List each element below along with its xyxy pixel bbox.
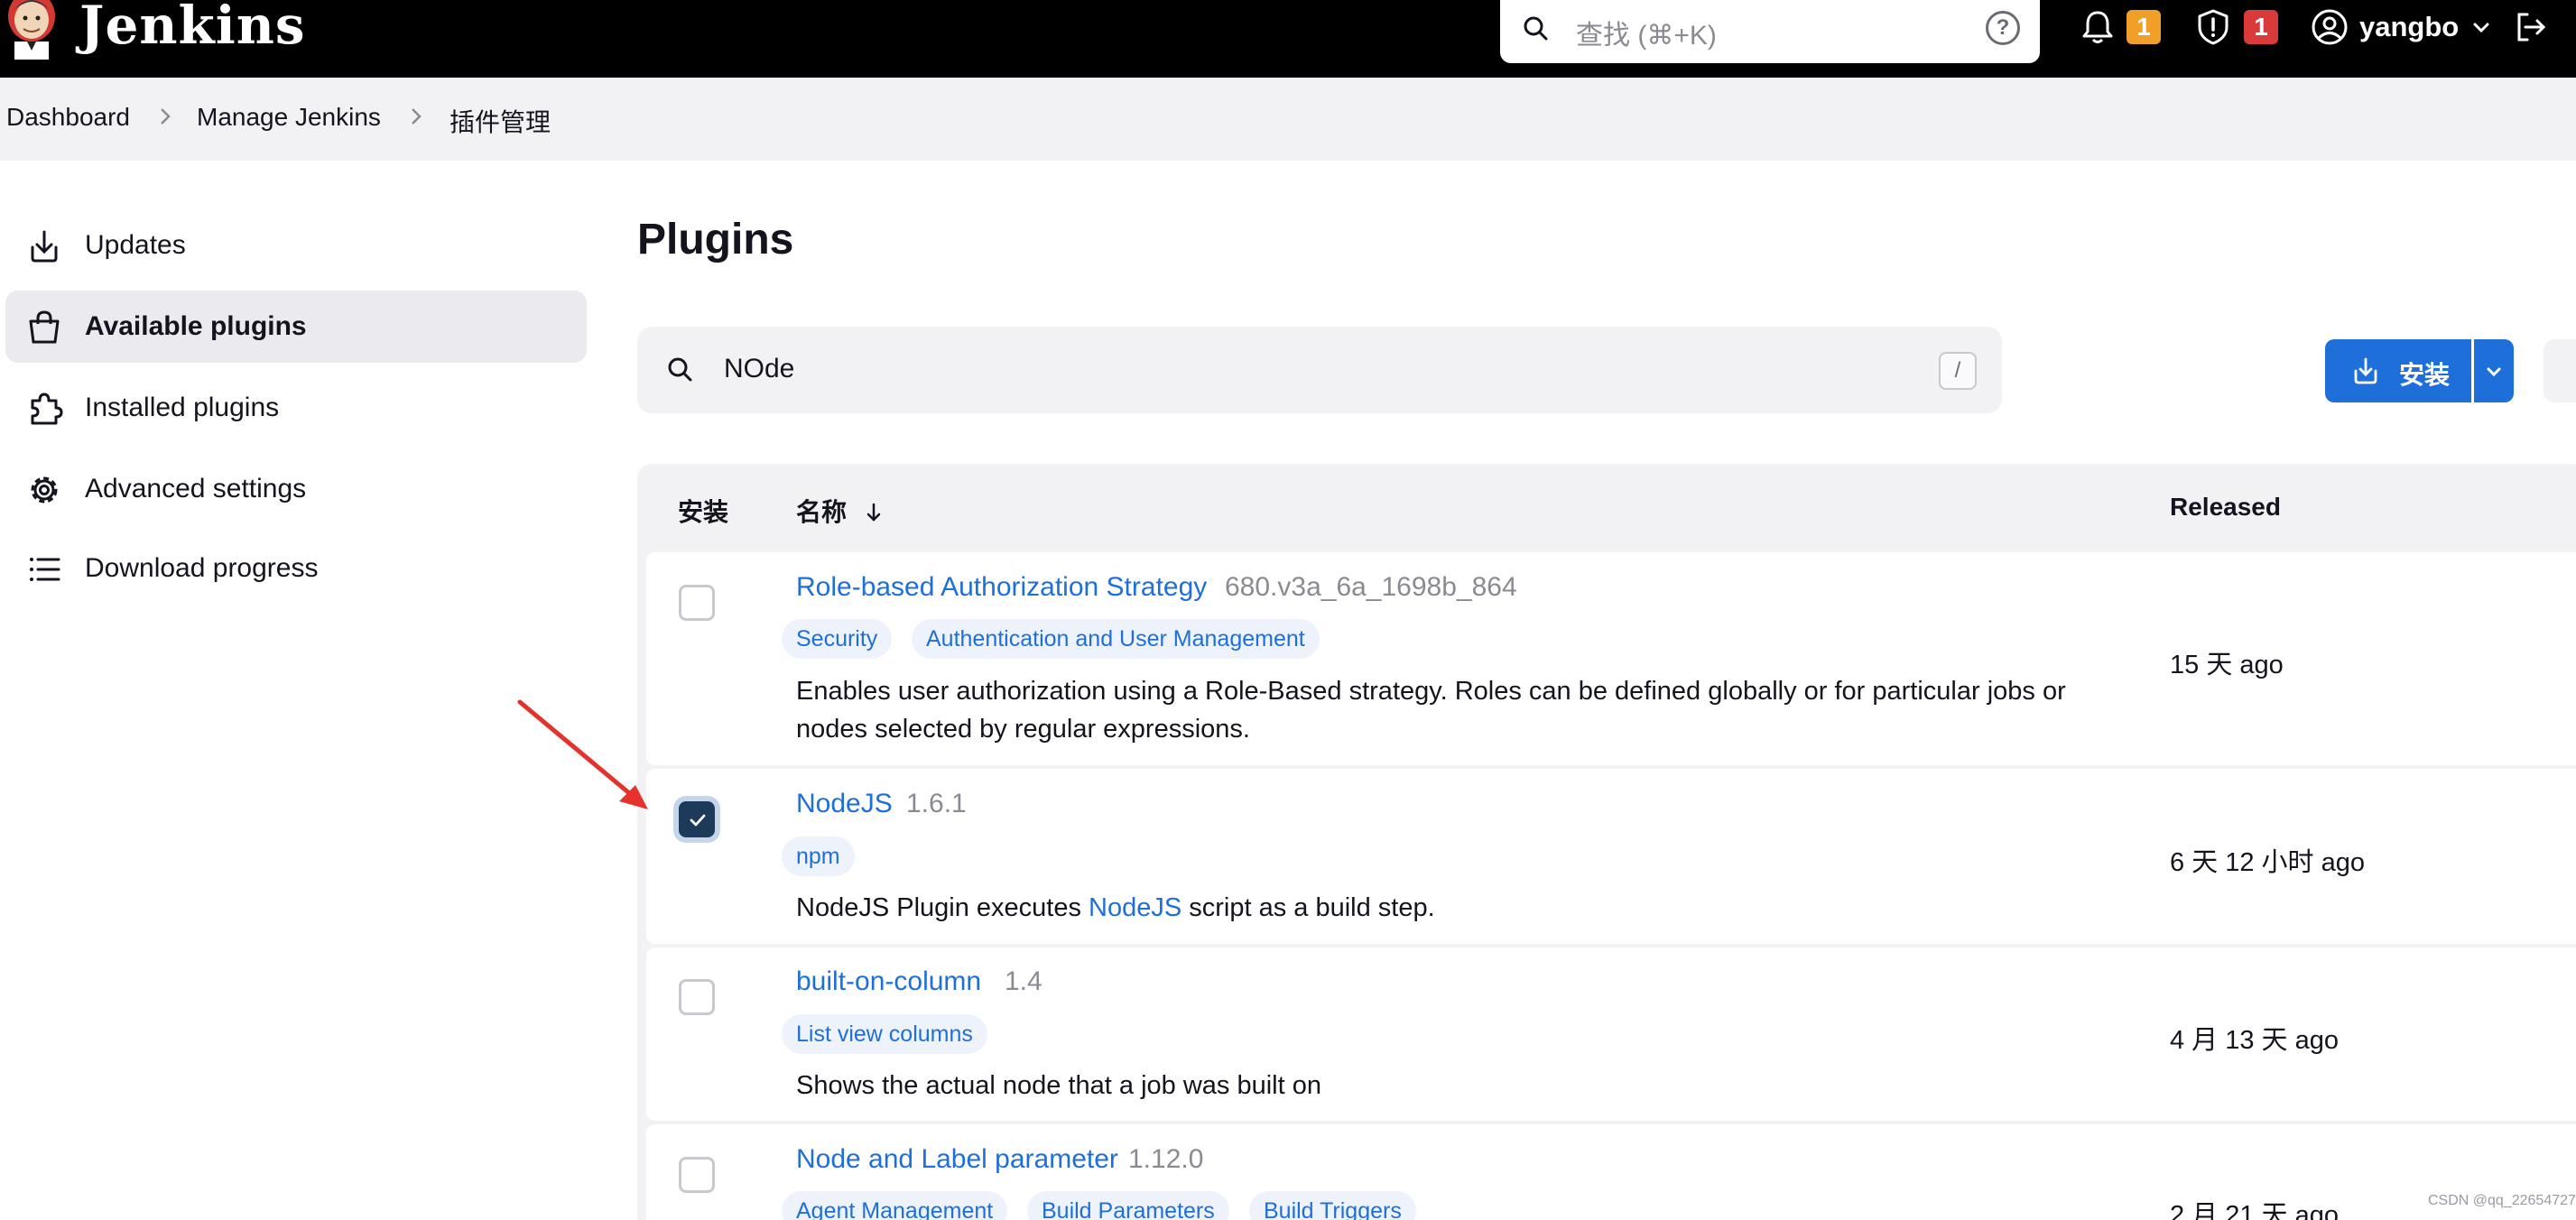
- install-options-dropdown[interactable]: [2474, 339, 2514, 402]
- red-annotation-arrow: [517, 699, 648, 809]
- filter-value: NOde: [724, 354, 795, 384]
- plugin-checkbox[interactable]: [679, 979, 715, 1015]
- top-header: Jenkins 查找 (⌘+K) ? 1 1 yangbo: [0, 0, 2576, 78]
- shield-alert-icon[interactable]: [2193, 7, 2233, 47]
- sidebar-item-updates[interactable]: Updates: [5, 209, 587, 282]
- sidebar-item-advanced-settings[interactable]: Advanced settings: [5, 453, 587, 525]
- shortcut-key-hint: /: [1939, 352, 1977, 390]
- sort-arrow-down-icon: [866, 503, 881, 522]
- global-search[interactable]: 查找 (⌘+K) ?: [1500, 0, 2040, 63]
- plugin-tag[interactable]: Build Triggers: [1249, 1191, 1416, 1220]
- user-avatar-icon: [2312, 9, 2348, 45]
- breadcrumb-dashboard[interactable]: Dashboard: [6, 103, 130, 132]
- sidebar-item-label: Available plugins: [85, 311, 307, 341]
- plugin-tag[interactable]: Security: [782, 619, 893, 659]
- sidebar-item-installed-plugins[interactable]: Installed plugins: [5, 372, 587, 444]
- sidebar-item-label: Updates: [85, 230, 186, 260]
- plugin-filter-input[interactable]: NOde /: [637, 327, 2002, 413]
- column-header-name[interactable]: 名称: [796, 493, 885, 529]
- released-date: 15 天 ago: [2170, 651, 2284, 679]
- list-icon: [30, 558, 60, 581]
- checkmark-icon: [690, 814, 706, 827]
- security-badge[interactable]: 1: [2244, 10, 2278, 44]
- plugin-name-link[interactable]: Node and Label parameter: [796, 1144, 1118, 1175]
- plugin-name-link[interactable]: Role-based Authorization Strategy: [796, 572, 1207, 603]
- plugin-version: 680.v3a_6a_1698b_864: [1225, 572, 1517, 602]
- plugin-version: 1.6.1: [906, 789, 967, 818]
- chevron-down-icon: [2473, 23, 2489, 33]
- plugin-checkbox[interactable]: [679, 1157, 715, 1193]
- bell-icon[interactable]: [2078, 7, 2117, 47]
- breadcrumb-plugin-manager[interactable]: 插件管理: [449, 103, 551, 139]
- chevron-right-icon: [412, 108, 422, 125]
- puzzle-icon: [31, 393, 63, 425]
- notifications-badge[interactable]: 1: [2127, 10, 2161, 44]
- sidebar-item-available-plugins[interactable]: Available plugins: [5, 291, 587, 363]
- app-name: Jenkins: [79, 0, 306, 56]
- logout-icon[interactable]: [2511, 7, 2551, 47]
- install-button-label: 安装: [2399, 361, 2451, 389]
- plugin-tag[interactable]: Agent Management: [782, 1191, 1008, 1220]
- released-date: 6 天 12 小时 ago: [2170, 848, 2365, 877]
- install-button[interactable]: 安装: [2325, 339, 2471, 402]
- search-icon: [1524, 16, 1548, 41]
- plugin-tag[interactable]: npm: [782, 836, 855, 876]
- plugin-name-link[interactable]: NodeJS: [796, 789, 893, 819]
- watermark: CSDN @qq_22654727: [2428, 1193, 2576, 1208]
- plugin-name-link[interactable]: built-on-column: [796, 966, 981, 997]
- plugin-description: nodes selected by regular expressions.: [796, 715, 1250, 744]
- jenkins-butler-icon: [8, 0, 55, 60]
- plugin-checkbox[interactable]: [679, 585, 715, 621]
- plugin-tag[interactable]: Authentication and User Management: [912, 619, 1320, 659]
- sidebar-item-label: Download progress: [85, 553, 319, 583]
- sidebar-item-label: Installed plugins: [85, 393, 280, 422]
- download-icon: [31, 230, 58, 263]
- secondary-action-button[interactable]: [2544, 339, 2576, 402]
- plugin-version: 1.12.0: [1128, 1144, 1204, 1174]
- plugin-version: 1.4: [1005, 966, 1042, 996]
- column-header-install: 安装: [678, 498, 729, 526]
- user-menu[interactable]: yangbo: [2311, 7, 2491, 47]
- user-name: yangbo: [2359, 11, 2460, 42]
- chevron-right-icon: [161, 108, 171, 125]
- sidebar-item-label: Advanced settings: [85, 474, 307, 504]
- download-icon: [2354, 357, 2377, 384]
- breadcrumb-manage-jenkins[interactable]: Manage Jenkins: [197, 103, 381, 132]
- column-header-released: Released: [2170, 493, 2281, 521]
- search-icon: [668, 357, 692, 382]
- page-title: Plugins: [637, 216, 794, 263]
- breadcrumb: Dashboard Manage Jenkins 插件管理: [0, 78, 2576, 161]
- gear-icon: [31, 476, 58, 504]
- nodejs-link[interactable]: NodeJS: [1089, 893, 1181, 922]
- released-date: 2 月 21 天 ago: [2170, 1201, 2339, 1220]
- plugin-description: Shows the actual node that a job was bui…: [796, 1071, 1321, 1100]
- help-icon[interactable]: ?: [1986, 11, 2020, 45]
- search-placeholder: 查找 (⌘+K): [1576, 21, 1717, 51]
- shopping-bag-icon: [29, 310, 60, 344]
- plugin-tag[interactable]: List view columns: [782, 1014, 987, 1054]
- released-date: 4 月 13 天 ago: [2170, 1026, 2339, 1055]
- plugin-tag[interactable]: Build Parameters: [1027, 1191, 1229, 1220]
- chevron-down-icon: [2487, 367, 2501, 377]
- sidebar-item-download-progress[interactable]: Download progress: [5, 532, 587, 605]
- plugin-description: NodeJS Plugin executes NodeJS script as …: [796, 893, 1435, 922]
- plugin-checkbox[interactable]: [679, 801, 715, 837]
- plugin-description: Enables user authorization using a Role-…: [796, 677, 2066, 706]
